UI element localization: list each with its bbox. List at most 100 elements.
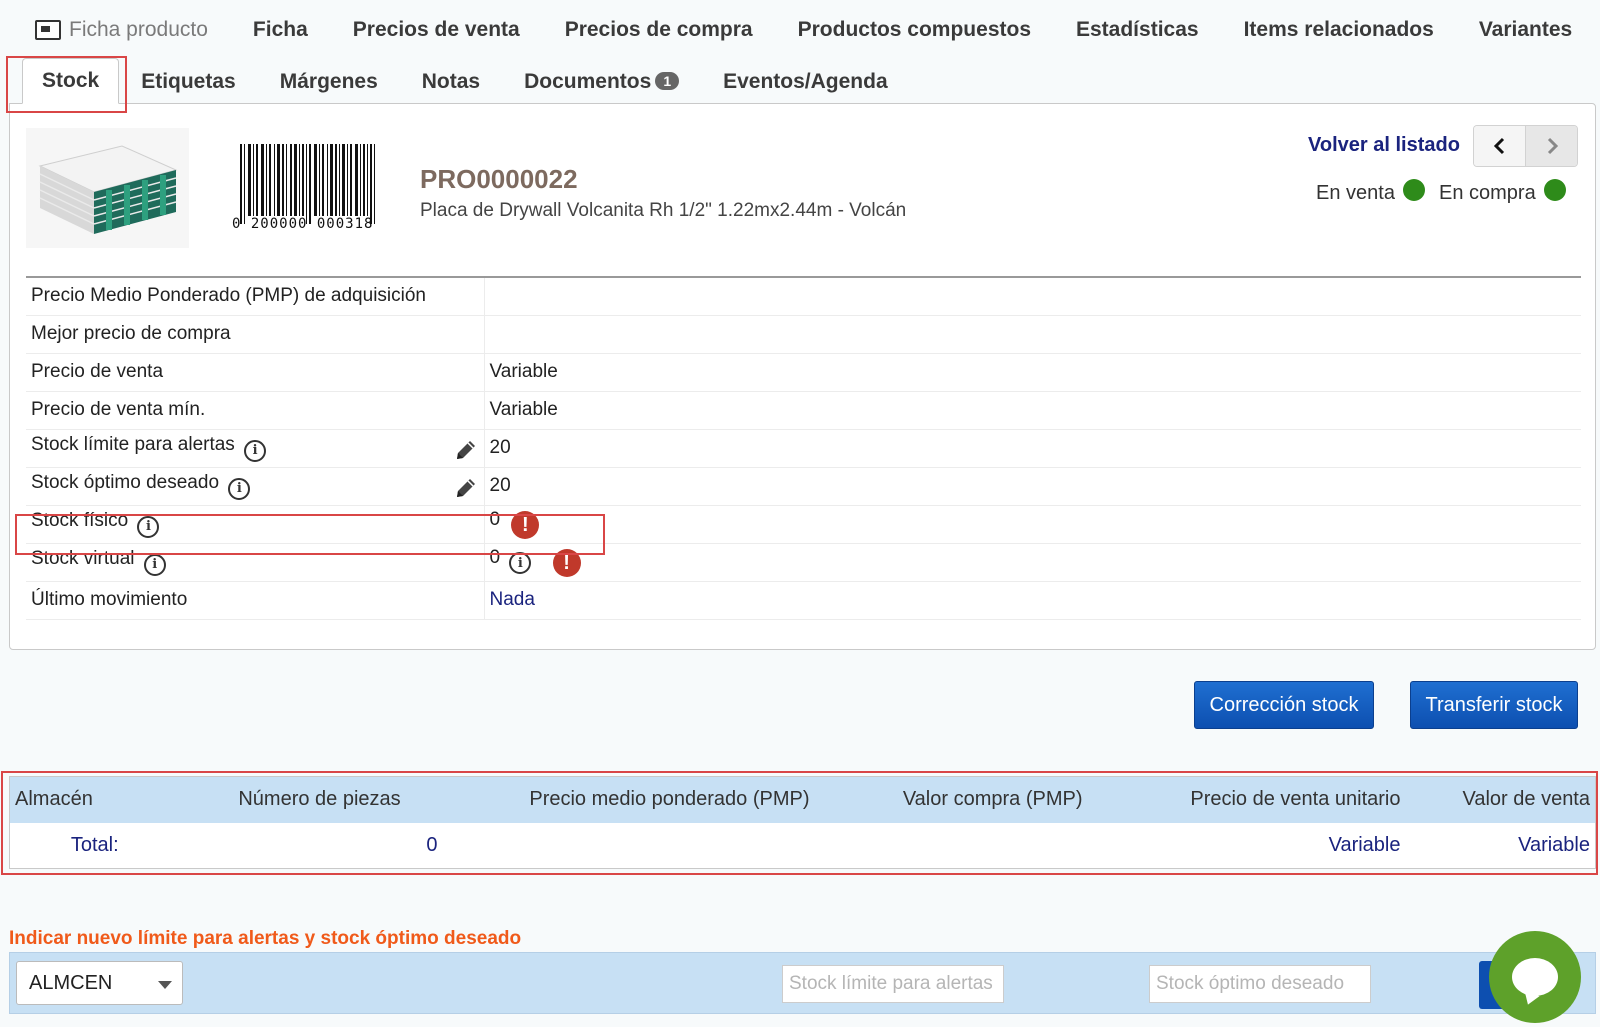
info-value [484, 277, 1581, 316]
chat-widget-button[interactable] [1489, 931, 1581, 1023]
form-title: Indicar nuevo límite para alertas y stoc… [9, 928, 522, 949]
info-icon[interactable]: i [244, 439, 267, 462]
stock-alert-input[interactable] [782, 965, 1004, 1003]
warning-icon: ! [511, 511, 540, 540]
info-value: 20 [484, 429, 1581, 468]
total-label: Total: [70, 833, 119, 856]
info-value [484, 315, 1581, 354]
info-value: Variable [484, 353, 1581, 392]
total-purchase-value [815, 823, 1088, 869]
primary-tabs: Ficha producto Ficha Precios de venta Pr… [35, 12, 1600, 48]
stock-correction-button[interactable]: Corrección stock [1194, 681, 1374, 729]
info-value: Variable [484, 391, 1581, 430]
info-value: 0 [489, 508, 501, 530]
info-label: Precio de venta mín. [26, 391, 485, 430]
tab-eventos-agenda[interactable]: Eventos/Agenda [701, 60, 910, 104]
documentos-count-badge: 1 [655, 72, 680, 90]
info-row-pmp: Precio Medio Ponderado (PMP) de adquisic… [26, 277, 1581, 316]
info-icon[interactable]: i [509, 552, 532, 575]
status-on-sale-dot [1402, 178, 1425, 201]
last-movement-link[interactable]: Nada [490, 589, 535, 610]
warehouse-select-value: ALMCEN [29, 971, 113, 994]
chevron-down-icon [158, 981, 172, 989]
product-stock-card: 0 200000 000318 PRO0000022 Placa de Dryw… [9, 103, 1596, 650]
total-pieces: 0 [426, 833, 438, 856]
status-on-sale-label: En venta [1316, 182, 1395, 204]
info-label: Precio Medio Ponderado (PMP) de adquisic… [26, 277, 485, 316]
total-sale-value: Variable [1518, 833, 1590, 856]
tab-stock[interactable]: Stock [22, 58, 120, 104]
tab-estadisticas[interactable]: Estadísticas [1076, 18, 1199, 42]
tab-variantes[interactable]: Variantes [1479, 18, 1572, 42]
tab-ficha-producto[interactable]: Ficha producto [35, 18, 208, 42]
info-label: Último movimiento [26, 581, 485, 620]
column-header: Valor compra (PMP) [814, 776, 1088, 823]
info-value: 0 [489, 546, 501, 568]
tab-precios-compra[interactable]: Precios de compra [565, 18, 753, 42]
info-label: Precio de venta [26, 353, 485, 392]
tab-ficha[interactable]: Ficha [253, 18, 308, 42]
record-navigation [1473, 125, 1578, 167]
chevron-right-icon [1547, 137, 1558, 155]
stock-optimal-input[interactable] [1149, 965, 1371, 1003]
table-total-row: Total: 0 Variable Variable [10, 823, 1596, 869]
column-header: Número de piezas [179, 776, 460, 823]
column-header: Almacén [9, 776, 180, 823]
info-icon[interactable]: i [137, 515, 160, 538]
back-to-list-link[interactable]: Volver al listado [1308, 134, 1460, 157]
column-header: Precio medio ponderado (PMP) [459, 776, 815, 823]
status-on-purchase: En compra [1439, 178, 1566, 205]
info-value-cell: Nada [484, 581, 1581, 620]
stock-transfer-button[interactable]: Transferir stock [1410, 681, 1578, 729]
column-header: Valor de venta [1405, 776, 1596, 823]
edit-pencil-icon[interactable] [454, 438, 478, 462]
info-icon[interactable]: i [228, 477, 251, 500]
product-reference: PRO0000022 [420, 164, 578, 194]
info-label-cell: Stock virtual i [26, 543, 485, 582]
info-row-best-buy: Mejor precio de compra [26, 315, 1581, 354]
info-label-cell: Stock óptimo deseado i [26, 467, 485, 506]
previous-record-button[interactable] [1474, 126, 1525, 166]
info-value: 20 [484, 467, 1581, 506]
status-on-purchase-dot [1543, 178, 1566, 201]
info-label: Stock virtual [31, 548, 135, 570]
info-label: Stock físico [31, 510, 129, 532]
info-row-sale-price-min: Precio de venta mín. Variable [26, 391, 1581, 430]
info-label: Stock óptimo deseado [31, 472, 220, 494]
tab-productos-compuestos[interactable]: Productos compuestos [798, 18, 1031, 42]
info-row-stock-alert: Stock límite para alertas i 20 [26, 429, 1581, 468]
column-header: Precio de venta unitario [1087, 776, 1406, 823]
product-barcode: 0 200000 000318 [228, 140, 388, 234]
tab-ficha-producto-label: Ficha producto [69, 18, 208, 41]
product-info-table: Precio Medio Ponderado (PMP) de adquisic… [26, 276, 1581, 620]
total-pmp [460, 823, 815, 869]
barcode-number: 0 200000 000318 [232, 216, 374, 232]
tab-notas[interactable]: Notas [400, 60, 502, 104]
product-label: Placa de Drywall Volcanita Rh 1/2" 1.22m… [420, 200, 907, 221]
info-label: Stock límite para alertas [31, 434, 235, 456]
info-row-stock-optimal: Stock óptimo deseado i 20 [26, 467, 1581, 506]
chevron-left-icon [1493, 137, 1504, 155]
info-row-sale-price: Precio de venta Variable [26, 353, 1581, 392]
info-icon[interactable]: i [143, 553, 166, 576]
info-row-last-movement: Último movimiento Nada [26, 581, 1581, 620]
tab-etiquetas[interactable]: Etiquetas [119, 60, 258, 104]
product-card-icon [35, 20, 61, 40]
total-unit-price: Variable [1328, 833, 1401, 856]
info-value-cell: 0 ! [484, 505, 1581, 544]
table-header-row: Almacén Número de piezas Precio medio po… [9, 776, 1596, 823]
secondary-tabs: Stock Etiquetas Márgenes Notas Documento… [22, 58, 910, 104]
tab-documentos[interactable]: Documentos 1 [502, 60, 701, 104]
tab-precios-venta[interactable]: Precios de venta [353, 18, 520, 42]
warning-icon: ! [552, 549, 581, 578]
status-on-sale: En venta [1316, 178, 1425, 205]
status-on-purchase-label: En compra [1439, 182, 1536, 204]
next-record-button[interactable] [1525, 126, 1577, 166]
warehouse-select[interactable]: ALMCEN [16, 961, 183, 1005]
tab-items-relacionados[interactable]: Items relacionados [1244, 18, 1434, 42]
product-thumbnail [26, 128, 189, 248]
tab-margenes[interactable]: Márgenes [258, 60, 400, 104]
stock-limit-form: ALMCEN [9, 952, 1596, 1014]
edit-pencil-icon[interactable] [454, 476, 478, 500]
info-row-stock-virtual: Stock virtual i 0 i ! [26, 543, 1581, 582]
